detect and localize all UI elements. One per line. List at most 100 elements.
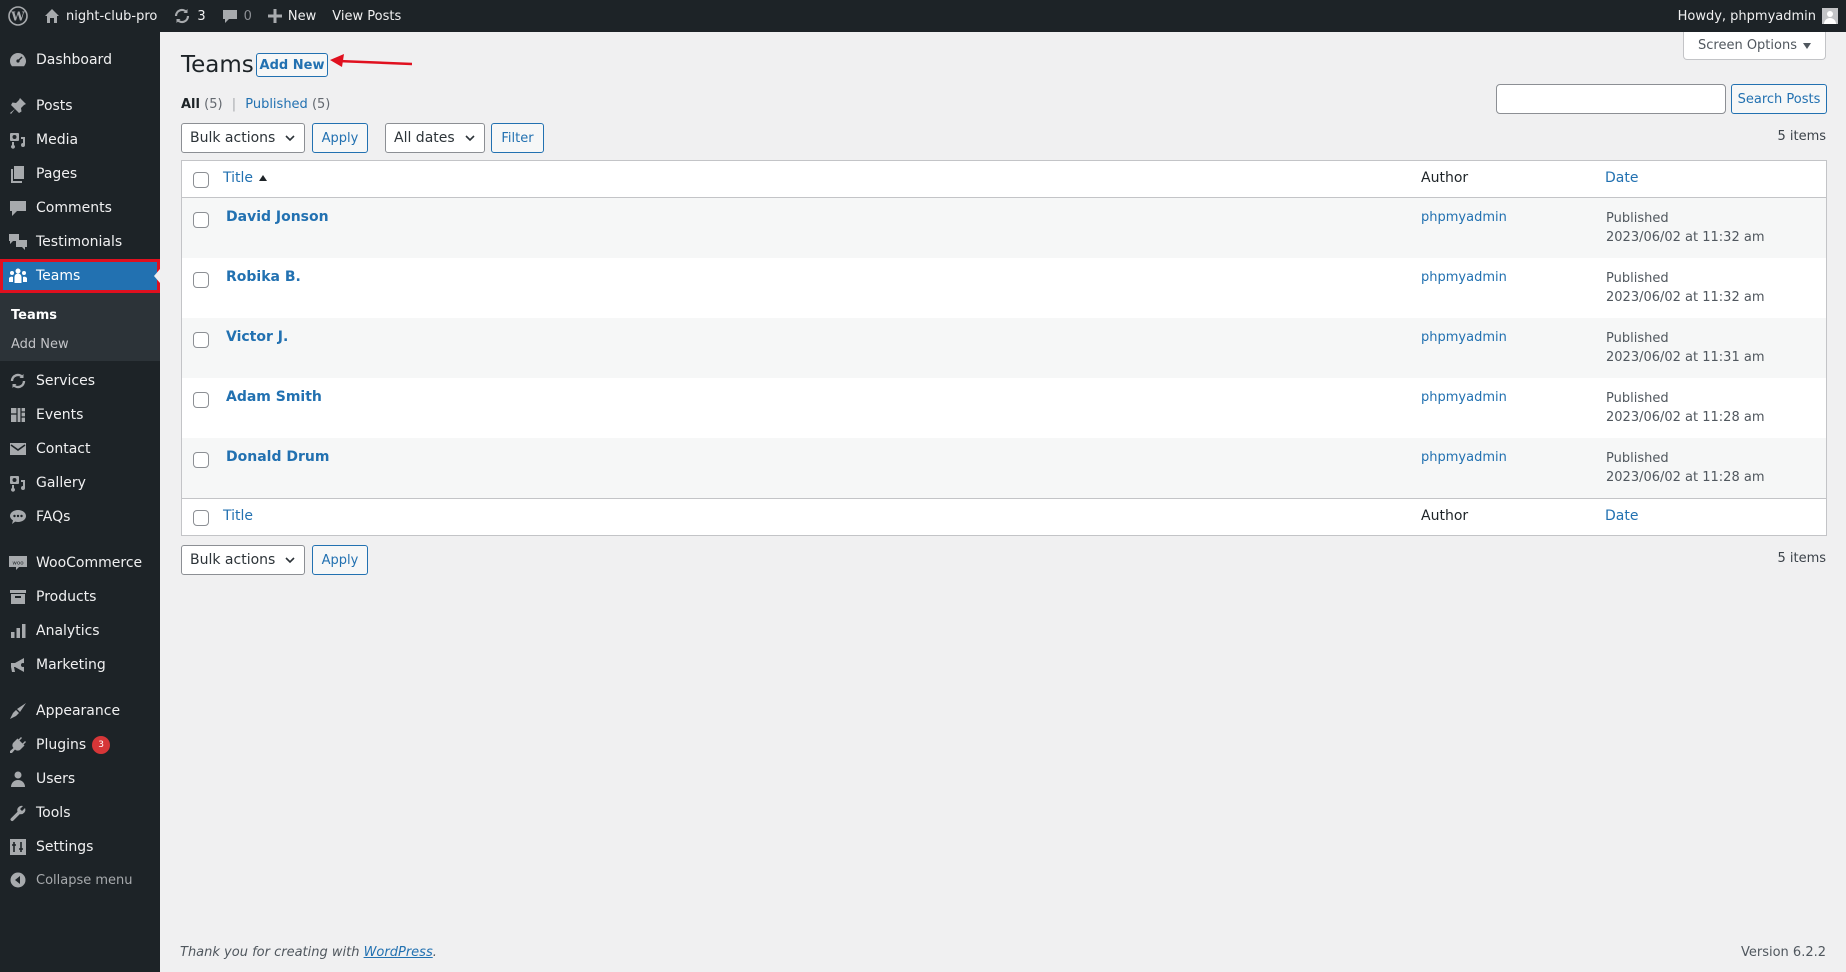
apply-button-top[interactable]: Apply [312, 123, 368, 153]
apply-button-bottom[interactable]: Apply [312, 545, 368, 575]
sidebar-item-faqs[interactable]: FAQs [0, 500, 160, 534]
title-header-label: Title [223, 170, 254, 186]
table-row: Adam Smith phpmyadmin Published 2023/06/02 … [182, 378, 1826, 438]
admin-sidebar: Dashboard Posts Media Pages Comments Testimon… [0, 32, 160, 972]
sidebar-item-services[interactable]: Services [0, 364, 160, 398]
sidebar-item-teams[interactable]: Teams [0, 259, 160, 293]
sidebar-item-events[interactable]: Events [0, 398, 160, 432]
date-column-header[interactable]: Date [1605, 170, 1638, 186]
sidebar-item-pages[interactable]: Pages [0, 157, 160, 191]
comments-link[interactable]: 0 [214, 0, 260, 32]
sidebar-item-plugins[interactable]: Plugins 3 [0, 728, 160, 762]
site-name-link[interactable]: night-club-pro [36, 0, 165, 32]
avatar [1822, 8, 1838, 24]
collapse-icon [0, 872, 36, 888]
row-title-link[interactable]: Adam Smith [226, 389, 322, 405]
sort-ascending-icon [259, 175, 268, 181]
row-author-link[interactable]: phpmyadmin [1421, 270, 1507, 285]
footer-thanks-suffix: . [432, 945, 437, 960]
row-checkbox[interactable] [193, 332, 209, 348]
filter-button[interactable]: Filter [491, 123, 544, 153]
sidebar-item-label: Settings [36, 839, 94, 855]
row-author-link[interactable]: phpmyadmin [1421, 390, 1507, 405]
search-input[interactable] [1496, 84, 1726, 114]
email-icon [0, 441, 36, 457]
sidebar-item-analytics[interactable]: Analytics [0, 614, 160, 648]
row-author-link[interactable]: phpmyadmin [1421, 330, 1507, 345]
wordpress-logo-icon: W [8, 6, 28, 26]
title-column-footer[interactable]: Title [223, 508, 253, 524]
select-all-checkbox-footer[interactable] [193, 510, 209, 526]
row-checkbox[interactable] [193, 212, 209, 228]
page-title: Teams [181, 52, 254, 78]
sidebar-item-gallery[interactable]: Gallery [0, 466, 160, 500]
collapse-menu-label: Collapse menu [36, 872, 133, 888]
select-all-checkbox[interactable] [193, 172, 209, 188]
wordpress-link[interactable]: WordPress [364, 945, 433, 960]
view-published-count: (5) [311, 97, 331, 112]
title-column-header[interactable]: Title [223, 170, 268, 186]
plug-icon [0, 736, 36, 754]
sidebar-item-label: Services [36, 373, 96, 389]
submenu-item-add-new[interactable]: Add New [11, 337, 69, 352]
row-title-link[interactable]: Robika B. [226, 269, 301, 285]
collapse-menu-button[interactable]: Collapse menu [0, 863, 160, 897]
row-date: Published 2023/06/02 at 11:28 am [1606, 389, 1764, 427]
post-status-views: All (5) | Published (5) [181, 97, 330, 112]
row-title-link[interactable]: Victor J. [226, 329, 288, 345]
wordpress-logo-button[interactable]: W [0, 0, 36, 32]
sidebar-item-dashboard[interactable]: Dashboard [0, 43, 160, 77]
search-posts-button[interactable]: Search Posts [1731, 84, 1827, 114]
sidebar-item-media[interactable]: Media [0, 123, 160, 157]
sidebar-item-label: Testimonials [36, 234, 123, 250]
dates-value: All dates [394, 130, 455, 146]
sidebar-item-label: Users [36, 771, 76, 787]
sidebar-item-marketing[interactable]: Marketing [0, 648, 160, 682]
sidebar-item-posts[interactable]: Posts [0, 89, 160, 123]
row-author-link[interactable]: phpmyadmin [1421, 450, 1507, 465]
caret-down-icon [1803, 38, 1811, 53]
sidebar-item-comments[interactable]: Comments [0, 191, 160, 225]
sidebar-item-contact[interactable]: Contact [0, 432, 160, 466]
sidebar-item-testimonials[interactable]: Testimonials [0, 225, 160, 259]
wrench-icon [0, 804, 36, 822]
sidebar-item-label: Marketing [36, 657, 106, 673]
row-author-link[interactable]: phpmyadmin [1421, 210, 1507, 225]
row-checkbox[interactable] [193, 392, 209, 408]
dates-select[interactable]: All dates [385, 123, 485, 153]
table-row: Robika B. phpmyadmin Published 2023/06/02 a… [182, 258, 1826, 318]
chevron-down-icon [284, 132, 296, 148]
row-title-link[interactable]: Donald Drum [226, 449, 329, 465]
row-checkbox[interactable] [193, 272, 209, 288]
bulk-actions-select-top[interactable]: Bulk actions [181, 123, 305, 153]
table-row: Victor J. phpmyadmin Published 2023/06/02 a… [182, 318, 1826, 378]
sidebar-item-label: Posts [36, 98, 73, 114]
update-icon [0, 372, 36, 390]
updates-link[interactable]: 3 [165, 0, 213, 32]
row-checkbox[interactable] [193, 452, 209, 468]
sidebar-item-settings[interactable]: Settings [0, 830, 160, 864]
row-status: Published [1606, 211, 1669, 226]
items-count-top: 5 items [1777, 129, 1826, 144]
new-content-link[interactable]: New [260, 0, 324, 32]
submenu-item-teams[interactable]: Teams [11, 308, 57, 323]
row-status: Published [1606, 451, 1669, 466]
view-published-link[interactable]: Published [245, 97, 308, 112]
view-posts-link[interactable]: View Posts [324, 0, 409, 32]
bulk-actions-select-bottom[interactable]: Bulk actions [181, 545, 305, 575]
sidebar-item-tools[interactable]: Tools [0, 796, 160, 830]
add-new-button[interactable]: Add New [256, 53, 328, 77]
view-all-link[interactable]: All [181, 97, 200, 112]
pin-icon [0, 97, 36, 115]
home-icon [44, 8, 60, 24]
sidebar-item-products[interactable]: Products [0, 580, 160, 614]
comments-count: 0 [243, 8, 252, 24]
my-account-link[interactable]: Howdy, phpmyadmin [1670, 0, 1846, 32]
screen-options-button[interactable]: Screen Options [1683, 32, 1826, 60]
sidebar-item-appearance[interactable]: Appearance [0, 694, 160, 728]
sidebar-item-woocommerce[interactable]: woo WooCommerce [0, 546, 160, 580]
row-title-link[interactable]: David Jonson [226, 209, 329, 225]
date-column-footer[interactable]: Date [1605, 508, 1638, 524]
settings-icon [0, 838, 36, 856]
sidebar-item-users[interactable]: Users [0, 762, 160, 796]
